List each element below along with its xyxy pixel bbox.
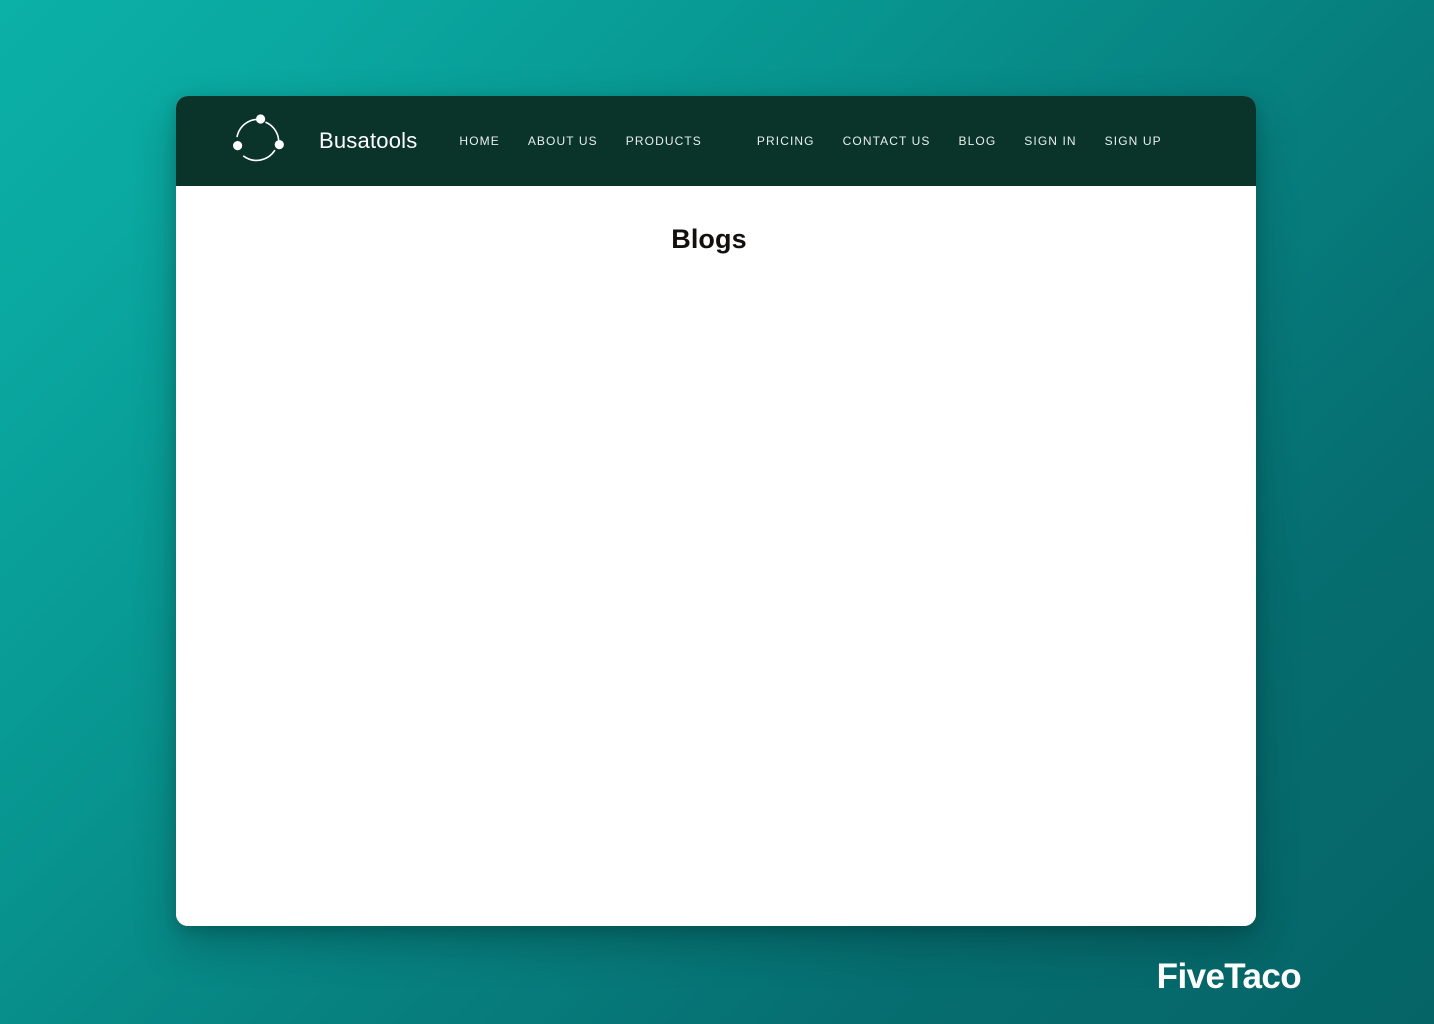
fivetaco-watermark: FiveTaco bbox=[1156, 957, 1302, 996]
site-card: Busatools HOME ABOUT US PRODUCTS PRICING… bbox=[176, 96, 1256, 926]
main-nav: HOME ABOUT US PRODUCTS PRICING CONTACT U… bbox=[459, 130, 1161, 152]
nav-link-contact-us[interactable]: CONTACT US bbox=[843, 130, 931, 152]
nav-link-home[interactable]: HOME bbox=[459, 130, 499, 152]
nav-link-about-us[interactable]: ABOUT US bbox=[528, 130, 598, 152]
brand[interactable]: Busatools bbox=[228, 111, 417, 171]
three-arc-circle-logo-icon bbox=[233, 114, 284, 162]
nav-link-blog[interactable]: BLOG bbox=[959, 130, 997, 152]
blogs-list-region bbox=[176, 255, 1256, 875]
site-header: Busatools HOME ABOUT US PRODUCTS PRICING… bbox=[176, 96, 1256, 186]
brand-name: Busatools bbox=[319, 128, 418, 153]
nav-link-sign-in[interactable]: SIGN IN bbox=[1024, 130, 1076, 152]
nav-link-products[interactable]: PRODUCTS bbox=[626, 130, 702, 152]
nav-link-pricing[interactable]: PRICING bbox=[757, 130, 815, 152]
page-title: Blogs bbox=[671, 224, 747, 254]
nav-link-sign-up[interactable]: SIGN UP bbox=[1105, 130, 1162, 152]
site-body: Blogs bbox=[176, 186, 1256, 926]
